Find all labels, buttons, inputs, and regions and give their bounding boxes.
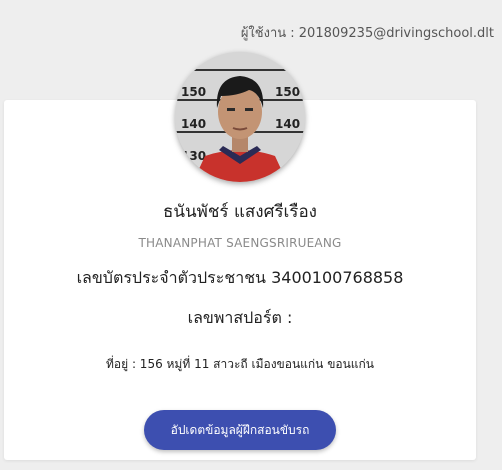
address: ที่อยู่ : 156 หมู่ที่ 11 สาวะถี เมืองขอน…	[105, 357, 375, 371]
user-account-label: ผู้ใช้งาน : 201809235@drivingschool.dlt	[240, 26, 494, 41]
profile-photo: 150 140 130 150 140	[175, 52, 305, 182]
name-english: THANANPHAT SAENGSRIRUEANG	[138, 236, 342, 250]
passport-number: เลขพาสปอร์ต :	[187, 308, 293, 327]
height-mark-right-140: 140	[275, 117, 300, 131]
height-mark-right-150: 150	[275, 85, 300, 99]
name-thai: ธนันพัชร์ แสงศรีเรือง	[163, 202, 317, 222]
mugshot-image: 150 140 130 150 140	[175, 52, 305, 182]
height-mark-left-150: 150	[181, 85, 206, 99]
national-id: เลขบัตรประจำตัวประชาชน 3400100768858	[76, 268, 404, 287]
update-instructor-info-button[interactable]: อัปเดตข้อมูลผู้ฝึกสอนขับรถ	[144, 410, 336, 450]
height-mark-left-140: 140	[181, 117, 206, 131]
